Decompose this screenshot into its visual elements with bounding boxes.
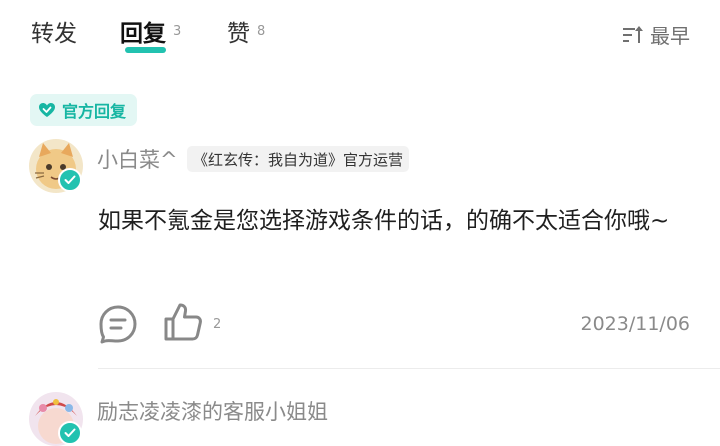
thumb-up-icon (164, 303, 202, 341)
sort-label: 最早 (650, 24, 690, 48)
divider (98, 368, 720, 369)
tab-replies-label: 回复 (120, 21, 166, 47)
reply-icon (99, 305, 137, 344)
official-reply-badge: 官方回复 (30, 94, 138, 126)
comment-username[interactable]: 小白菜^ (97, 144, 178, 174)
reply-button[interactable] (98, 304, 138, 348)
tab-likes[interactable]: 赞 8 (227, 18, 265, 50)
tab-forward[interactable]: 转发 (31, 18, 77, 50)
verified-icon (58, 168, 82, 192)
sort-button[interactable]: 最早 (622, 20, 690, 49)
tab-replies[interactable]: 回复 3 (120, 18, 182, 53)
like-count: 2 (213, 317, 222, 332)
tab-likes-label: 赞 (227, 21, 250, 47)
official-reply-label: 官方回复 (62, 102, 127, 121)
like-button[interactable] (163, 302, 203, 346)
heart-icon (39, 103, 55, 117)
comment-date: 2023/11/06 (580, 313, 690, 335)
comment-username-second[interactable]: 励志凌凌漆的客服小姐姐 (97, 396, 328, 426)
sort-icon (623, 25, 643, 43)
tab-likes-count: 8 (257, 24, 266, 39)
tab-forward-label: 转发 (31, 21, 77, 47)
verified-icon-second (58, 421, 82, 445)
tab-replies-count: 3 (173, 24, 182, 39)
tab-bar: 转发 回复 3 赞 8 最早 (0, 0, 720, 70)
user-tag: 《红玄传：我自为道》官方运营 (187, 146, 410, 172)
comment-text: 如果不氪金是您选择游戏条件的话，的确不太适合你哦~ (98, 208, 670, 234)
